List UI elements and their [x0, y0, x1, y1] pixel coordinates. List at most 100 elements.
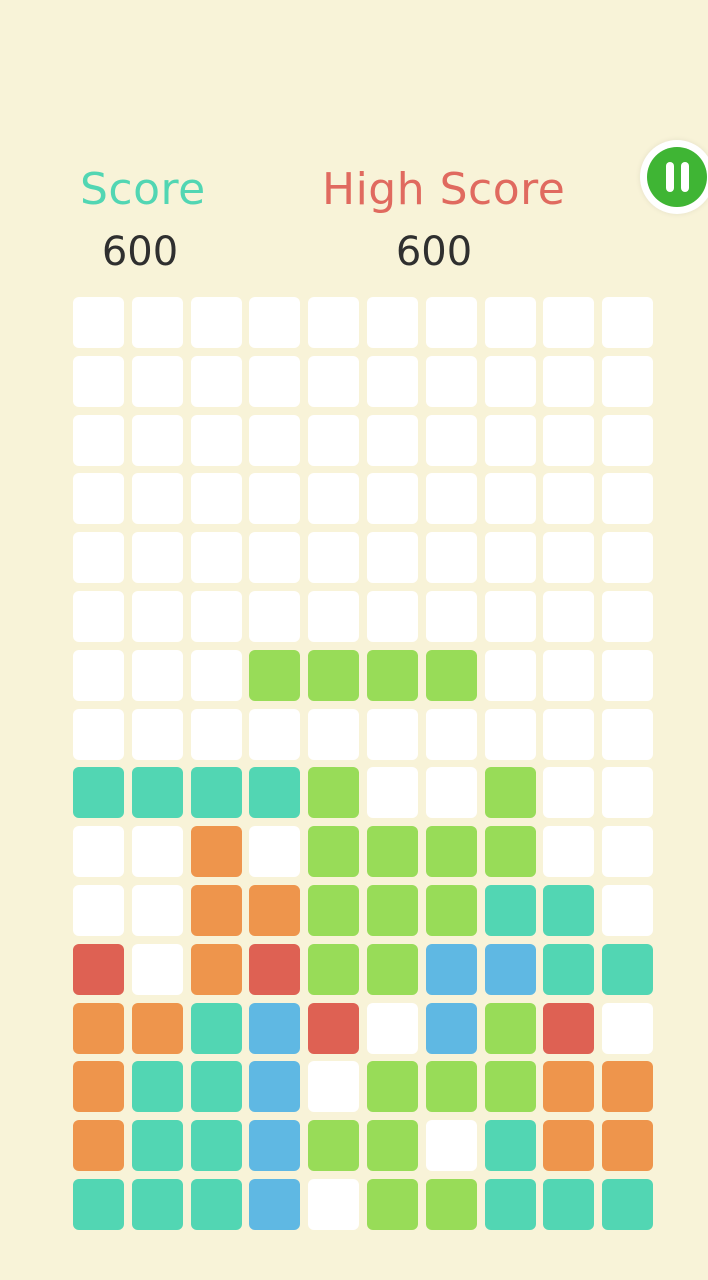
empty-cell: [308, 591, 359, 642]
filled-block: [191, 885, 242, 936]
empty-cell: [367, 415, 418, 466]
empty-cell: [249, 591, 300, 642]
empty-cell: [73, 297, 124, 348]
filled-block: [485, 885, 536, 936]
filled-block: [426, 885, 477, 936]
empty-cell: [191, 356, 242, 407]
filled-block: [191, 767, 242, 818]
filled-block: [367, 944, 418, 995]
empty-cell: [191, 297, 242, 348]
empty-cell: [426, 415, 477, 466]
filled-block: [132, 1179, 183, 1230]
filled-block: [426, 944, 477, 995]
pause-bar-left: [665, 162, 674, 192]
filled-block: [367, 1179, 418, 1230]
score-value: 600: [101, 229, 179, 275]
filled-block: [249, 944, 300, 995]
empty-cell: [73, 885, 124, 936]
empty-cell: [367, 297, 418, 348]
empty-cell: [367, 591, 418, 642]
empty-cell: [249, 297, 300, 348]
empty-cell: [543, 356, 594, 407]
filled-block: [543, 1003, 594, 1054]
empty-cell: [132, 297, 183, 348]
empty-cell: [543, 473, 594, 524]
empty-cell: [132, 356, 183, 407]
empty-cell: [485, 473, 536, 524]
empty-cell: [132, 826, 183, 877]
empty-cell: [73, 591, 124, 642]
empty-cell: [249, 826, 300, 877]
empty-cell: [308, 532, 359, 583]
filled-block: [308, 1120, 359, 1171]
empty-cell: [602, 356, 653, 407]
filled-block: [485, 1003, 536, 1054]
game-board[interactable]: [73, 297, 653, 1230]
filled-block: [485, 1061, 536, 1112]
empty-cell: [308, 356, 359, 407]
empty-cell: [132, 944, 183, 995]
empty-cell: [191, 591, 242, 642]
empty-cell: [485, 650, 536, 701]
filled-block: [249, 1003, 300, 1054]
empty-cell: [602, 709, 653, 760]
filled-block: [249, 1120, 300, 1171]
filled-block: [308, 767, 359, 818]
filled-block: [73, 1179, 124, 1230]
empty-cell: [308, 1061, 359, 1112]
filled-block: [249, 767, 300, 818]
filled-block: [485, 767, 536, 818]
empty-cell: [191, 532, 242, 583]
empty-cell: [308, 709, 359, 760]
filled-block: [485, 1179, 536, 1230]
empty-cell: [602, 297, 653, 348]
empty-cell: [191, 473, 242, 524]
filled-block: [308, 650, 359, 701]
empty-cell: [602, 532, 653, 583]
empty-cell: [543, 297, 594, 348]
empty-cell: [602, 885, 653, 936]
filled-block: [308, 885, 359, 936]
empty-cell: [426, 709, 477, 760]
empty-cell: [132, 415, 183, 466]
empty-cell: [308, 1179, 359, 1230]
empty-cell: [485, 356, 536, 407]
filled-block: [543, 1061, 594, 1112]
empty-cell: [426, 297, 477, 348]
empty-cell: [543, 415, 594, 466]
pause-button[interactable]: [640, 140, 708, 214]
filled-block: [249, 1061, 300, 1112]
filled-block: [426, 1003, 477, 1054]
empty-cell: [73, 532, 124, 583]
empty-cell: [485, 297, 536, 348]
filled-block: [191, 1061, 242, 1112]
filled-block: [308, 944, 359, 995]
filled-block: [485, 826, 536, 877]
empty-cell: [426, 532, 477, 583]
filled-block: [249, 885, 300, 936]
filled-block: [543, 944, 594, 995]
empty-cell: [426, 1120, 477, 1171]
filled-block: [426, 650, 477, 701]
filled-block: [73, 767, 124, 818]
empty-cell: [485, 709, 536, 760]
empty-cell: [543, 826, 594, 877]
high-score-label: High Score: [322, 164, 566, 215]
empty-cell: [73, 356, 124, 407]
empty-cell: [602, 1003, 653, 1054]
empty-cell: [367, 1003, 418, 1054]
empty-cell: [308, 415, 359, 466]
empty-cell: [191, 415, 242, 466]
empty-cell: [485, 591, 536, 642]
filled-block: [132, 767, 183, 818]
filled-block: [543, 1179, 594, 1230]
empty-cell: [132, 709, 183, 760]
filled-block: [308, 1003, 359, 1054]
empty-cell: [249, 532, 300, 583]
filled-block: [73, 1061, 124, 1112]
filled-block: [132, 1120, 183, 1171]
filled-block: [249, 650, 300, 701]
empty-cell: [249, 415, 300, 466]
filled-block: [73, 1120, 124, 1171]
filled-block: [543, 1120, 594, 1171]
